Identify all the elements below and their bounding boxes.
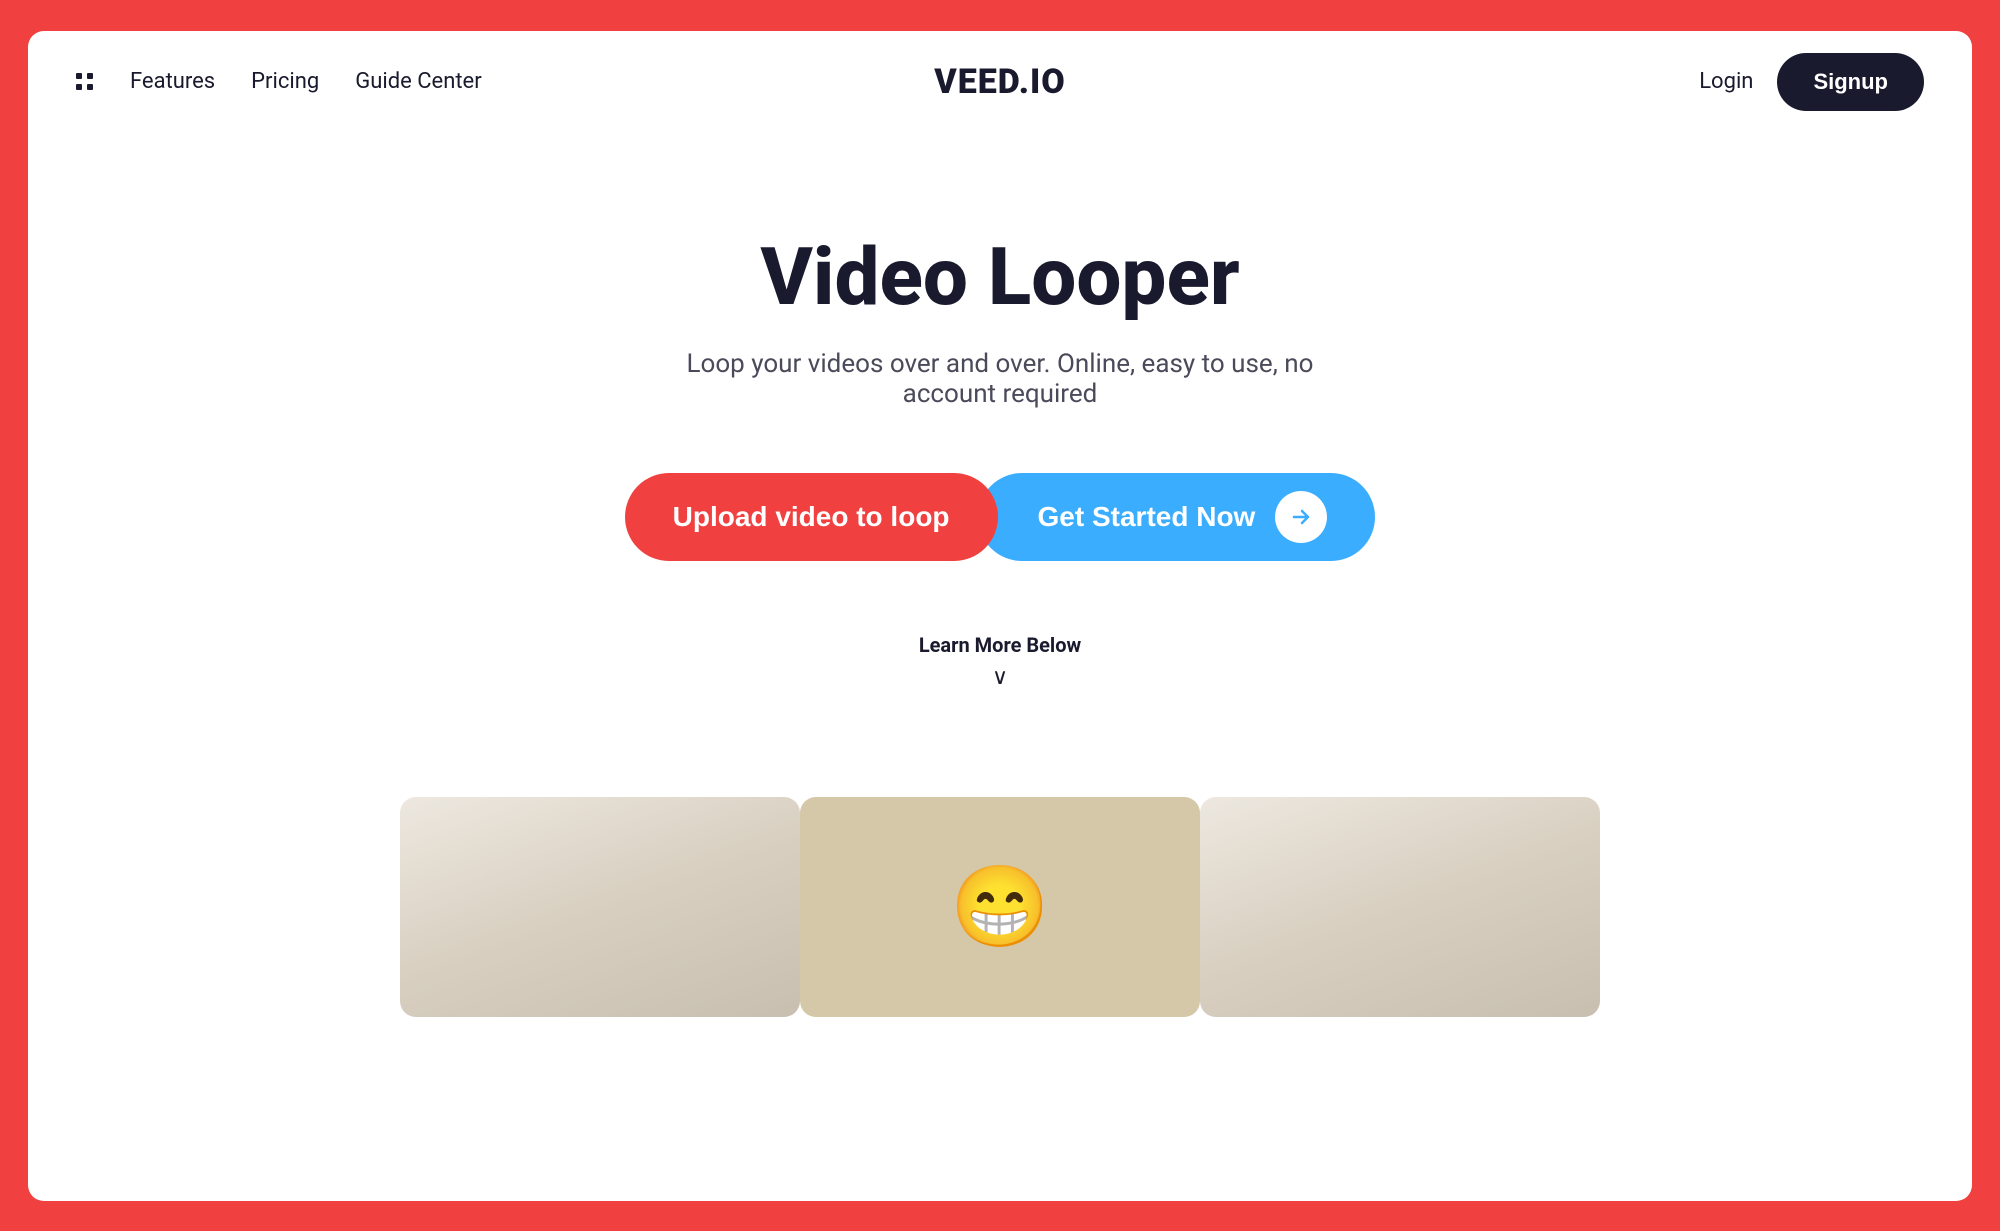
grid-menu-icon[interactable]	[76, 73, 94, 91]
learn-more-text: Learn More Below	[919, 633, 1081, 657]
learn-more-section: Learn More Below ∨	[919, 633, 1081, 689]
cta-group: Upload video to loop Get Started Now	[625, 473, 1376, 561]
hero-subtitle: Loop your videos over and over. Online, …	[650, 349, 1350, 409]
thumbnail-left	[400, 797, 800, 1017]
site-logo: VEED.IO	[934, 62, 1066, 102]
navbar: Features Pricing Guide Center VEED.IO Lo…	[28, 31, 1972, 133]
upload-video-button[interactable]: Upload video to loop	[625, 473, 998, 561]
signup-button[interactable]: Signup	[1777, 53, 1924, 111]
nav-features[interactable]: Features	[130, 69, 215, 94]
get-started-label: Get Started Now	[1038, 501, 1256, 533]
chevron-down-icon: ∨	[992, 667, 1008, 689]
nav-right: Login Signup	[1699, 53, 1924, 111]
thumbnails-section: 😁	[28, 797, 1972, 1027]
thumbnail-center: 😁	[800, 797, 1200, 1017]
nav-pricing[interactable]: Pricing	[251, 69, 319, 94]
outer-frame: Features Pricing Guide Center VEED.IO Lo…	[0, 3, 2000, 1229]
thumbnail-right	[1200, 797, 1600, 1017]
arrow-circle-icon	[1275, 491, 1327, 543]
nav-guide-center[interactable]: Guide Center	[355, 69, 481, 94]
login-link[interactable]: Login	[1699, 69, 1753, 94]
hero-section: Video Looper Loop your videos over and o…	[28, 133, 1972, 797]
thumb-placeholder-right	[1200, 797, 1600, 1017]
thumb-placeholder-left	[400, 797, 800, 1017]
hero-title: Video Looper	[760, 233, 1239, 321]
nav-left: Features Pricing Guide Center	[76, 69, 482, 94]
page-container: Features Pricing Guide Center VEED.IO Lo…	[28, 31, 1972, 1201]
get-started-button[interactable]: Get Started Now	[978, 473, 1376, 561]
